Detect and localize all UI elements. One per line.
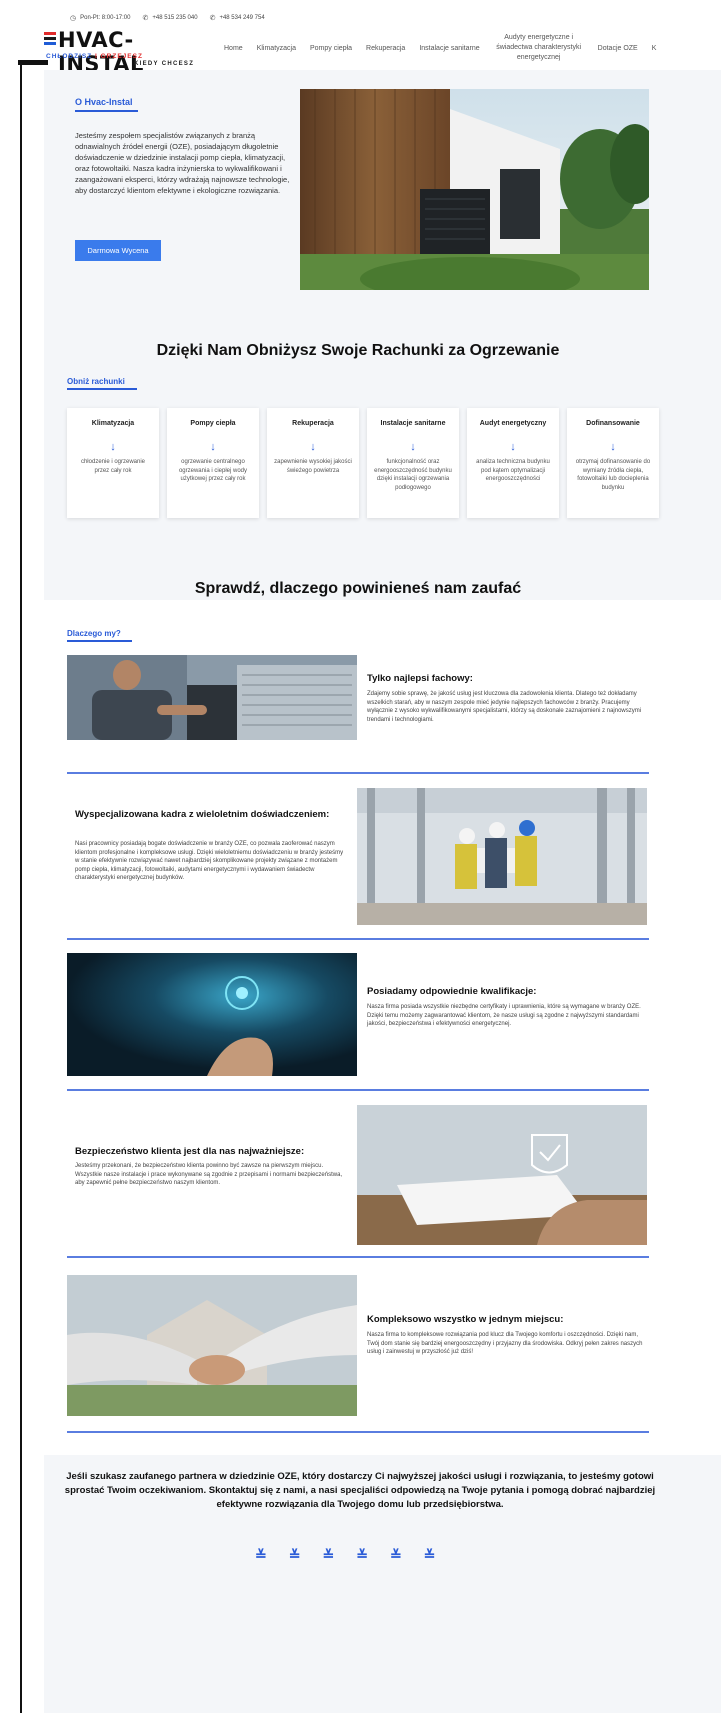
handshake-image — [67, 1275, 357, 1416]
digital-hand-image — [67, 953, 357, 1076]
arrow-down-icon: ↓ — [110, 441, 116, 453]
logo-brand: HVAC-INSTAL — [58, 28, 144, 76]
main-nav: Home Klimatyzacja Pompy ciepła Rekuperac… — [224, 26, 670, 70]
logo-tagline-left: CHŁODZISZ — [46, 53, 93, 60]
phone-icon: ✆ — [142, 15, 149, 22]
window-frame-left — [20, 62, 22, 1713]
why-block-title: Bezpieczeństwo klienta jest dla nas najw… — [75, 1146, 305, 1157]
card-title: Rekuperacja — [292, 420, 334, 427]
hours-item: ◷ Pon-Pt: 8:00-17:00 — [70, 14, 130, 22]
clock-icon: ◷ — [70, 15, 77, 22]
why-block-text: Jesteśmy przekonani, że bezpieczeństwo k… — [75, 1163, 343, 1187]
why-block-text: Nasi pracownicy posiadają bogate doświad… — [75, 841, 344, 882]
section-divider — [67, 1256, 649, 1258]
card-desc: analiza techniczna budynku pod kątem opt… — [476, 459, 550, 482]
why-heading: Sprawdź, dlaczego powinieneś nam zaufać — [194, 580, 522, 597]
savings-label-underline — [67, 388, 137, 390]
site-logo[interactable]: HVAC-INSTAL CHŁODZISZ I GRZEJESZ KIEDY C… — [44, 28, 204, 76]
free-quote-button[interactable]: Darmowa Wycena — [75, 240, 161, 261]
about-text: Jesteśmy zespołem specjalistów związanyc… — [75, 131, 290, 195]
chevron-down-icon[interactable]: ≚ — [322, 1548, 334, 1562]
about-title: O Hvac-Instal — [75, 97, 133, 107]
logo-tagline: CHŁODZISZ I GRZEJESZ — [46, 53, 143, 60]
why-label-underline — [67, 640, 132, 642]
card-title: Dofinansowanie — [586, 420, 640, 427]
site-header: HVAC-INSTAL CHŁODZISZ I GRZEJESZ KIEDY C… — [44, 26, 721, 76]
card-desc: zapewnienie wysokiej jakości świeżego po… — [274, 459, 352, 474]
logo-bars-icon — [44, 32, 56, 47]
service-cards: Klimatyzacja ↓ chłodzenie i ogrzewanie p… — [67, 408, 659, 518]
card-title: Klimatyzacja — [91, 420, 135, 427]
nav-rekuperacja[interactable]: Rekuperacja — [366, 45, 405, 52]
about-title-underline — [75, 110, 138, 112]
contact-cta-text: Jeśli szukasz zaufanego partnera w dzied… — [64, 1471, 656, 1510]
service-card[interactable]: Rekuperacja ↓ zapewnienie wysokiej jakoś… — [267, 408, 359, 518]
chevron-down-icon[interactable]: ≚ — [424, 1548, 436, 1562]
service-card[interactable]: Instalacje sanitarne ↓ funkcjonalność or… — [367, 408, 459, 518]
nav-instalacje-sanitarne[interactable]: Instalacje sanitarne — [419, 45, 479, 52]
why-label: Dlaczego my? — [67, 629, 121, 638]
card-title: Instalacje sanitarne — [380, 420, 446, 427]
chevron-down-icon[interactable]: ≚ — [289, 1548, 301, 1562]
section-divider — [67, 1089, 649, 1091]
phone2-text[interactable]: +48 534 249 754 — [219, 15, 264, 21]
arrow-down-icon: ↓ — [510, 441, 516, 453]
chevron-down-icon[interactable]: ≚ — [356, 1548, 368, 1562]
logo-tagline-sep: I — [92, 53, 101, 60]
card-desc: otrzymaj dofinansowanie do wymiany źródł… — [575, 459, 651, 491]
section-divider — [67, 938, 649, 940]
why-block-title: Posiadamy odpowiednie kwalifikacje: — [367, 986, 537, 997]
arrow-down-icon: ↓ — [610, 441, 616, 453]
phone2-item[interactable]: ✆ +48 534 249 754 — [210, 14, 265, 22]
card-desc: ogrzewanie centralnego ogrzewania i ciep… — [178, 459, 248, 482]
nav-home[interactable]: Home — [224, 45, 243, 52]
nav-audyty[interactable]: Audyty energetyczne i świadectwa charakt… — [494, 33, 584, 63]
chevron-down-icon[interactable]: ≚ — [255, 1548, 267, 1562]
card-desc: chłodzenie i ogrzewanie przez cały rok — [80, 459, 146, 474]
phone1-item[interactable]: ✆ +48 515 235 040 — [142, 14, 197, 22]
nav-klimatyzacja[interactable]: Klimatyzacja — [257, 45, 296, 52]
service-card[interactable]: Klimatyzacja ↓ chłodzenie i ogrzewanie p… — [67, 408, 159, 518]
phone-icon: ✆ — [209, 15, 216, 22]
document-signing-image — [357, 1105, 647, 1245]
engineers-image — [357, 788, 647, 925]
why-block-text: Zdajemy sobie sprawę, że jakość usług je… — [367, 691, 642, 723]
phone1-text[interactable]: +48 515 235 040 — [152, 15, 197, 21]
arrow-down-icon: ↓ — [210, 441, 216, 453]
contact-bar: ◷ Pon-Pt: 8:00-17:00 ✆ +48 515 235 040 ✆… — [70, 12, 265, 24]
why-block-title: Wyspecjalizowana kadra z wieloletnim doś… — [75, 809, 330, 820]
nav-dotacje-oze[interactable]: Dotacje OZE — [598, 45, 638, 52]
service-card[interactable]: Pompy ciepła ↓ ogrzewanie centralnego og… — [167, 408, 259, 518]
why-block-text: Nasza firma posiada wszystkie niezbędne … — [367, 1004, 641, 1028]
technician-image — [67, 655, 357, 740]
savings-label: Obniż rachunki — [67, 377, 125, 386]
scroll-down-chevrons[interactable]: ≚ ≚ ≚ ≚ ≚ ≚ — [255, 1548, 435, 1562]
card-title: Audyt energetyczny — [479, 420, 547, 427]
card-title: Pompy ciepła — [190, 420, 236, 427]
section-divider — [67, 772, 649, 774]
why-block-text: Nasza firma to kompleksowe rozwiązania p… — [367, 1332, 643, 1356]
why-block-title: Tylko najlepsi fachowy: — [367, 673, 473, 684]
logo-tagline-bottom: KIEDY CHCESZ — [134, 61, 195, 67]
card-desc: funkcjonalność oraz energooszczędność bu… — [374, 459, 452, 491]
nav-kontakt[interactable]: K — [652, 45, 657, 52]
why-block-title: Kompleksowo wszystko w jednym miejscu: — [367, 1314, 564, 1325]
arrow-down-icon: ↓ — [310, 441, 316, 453]
hours-text: Pon-Pt: 8:00-17:00 — [80, 15, 131, 21]
service-card[interactable]: Dofinansowanie ↓ otrzymaj dofinansowanie… — [567, 408, 659, 518]
savings-heading: Dzięki Nam Obniżysz Swoje Rachunki za Og… — [156, 342, 560, 359]
section-divider — [67, 1431, 649, 1433]
chevron-down-icon[interactable]: ≚ — [390, 1548, 402, 1562]
nav-pompy-ciepla[interactable]: Pompy ciepła — [310, 45, 352, 52]
arrow-down-icon: ↓ — [410, 441, 416, 453]
hero-heat-pump-image — [300, 89, 649, 290]
service-card[interactable]: Audyt energetyczny ↓ analiza techniczna … — [467, 408, 559, 518]
logo-tagline-right: GRZEJESZ — [100, 53, 143, 60]
